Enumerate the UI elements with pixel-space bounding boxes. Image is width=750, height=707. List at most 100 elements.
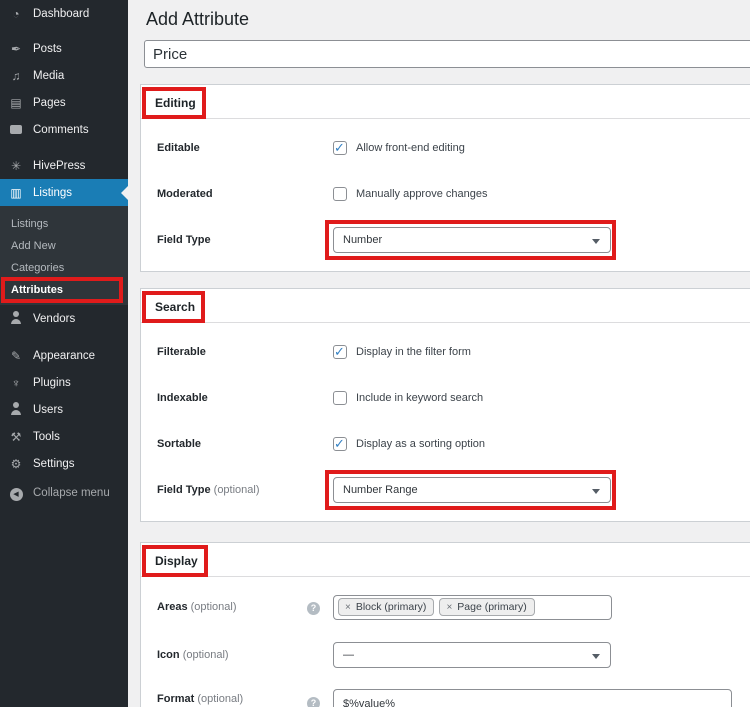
- sidebar-item-label: Posts: [33, 42, 62, 55]
- field-label: Format (optional): [157, 693, 244, 705]
- sidebar-item-label: Plugins: [33, 376, 71, 389]
- submenu-item-listings[interactable]: Listings: [0, 213, 128, 235]
- sidebar-item-pages[interactable]: ▤ Pages: [0, 89, 128, 116]
- person-icon: [8, 310, 24, 327]
- listings-icon: ▥: [10, 185, 22, 200]
- field-label: Filterable: [157, 346, 206, 358]
- submenu-item-categories[interactable]: Categories: [0, 257, 128, 279]
- menu-separator: [0, 27, 128, 35]
- sidebar-item-appearance[interactable]: ✎ Appearance: [0, 342, 128, 369]
- field-label: Field Type: [157, 234, 211, 246]
- format-input[interactable]: [333, 689, 732, 707]
- help-icon[interactable]: ?: [307, 602, 320, 615]
- remove-tag-icon[interactable]: ×: [345, 602, 351, 613]
- form-row-indexable: Indexable Include in keyword search: [141, 375, 750, 421]
- sidebar-item-label: Appearance: [33, 349, 96, 362]
- collapse-menu-button[interactable]: ◀ Collapse menu: [0, 479, 128, 506]
- page-title: Add Attribute: [146, 9, 250, 29]
- attribute-name-input[interactable]: [144, 40, 750, 68]
- sidebar-item-label: Pages: [33, 96, 66, 109]
- remove-tag-icon[interactable]: ×: [446, 602, 452, 613]
- indexable-checkbox[interactable]: [333, 391, 347, 405]
- listings-submenu: Listings Add New Categories Attributes: [0, 206, 128, 305]
- area-tag: × Page (primary): [439, 598, 535, 616]
- editable-checkbox[interactable]: [333, 140, 347, 156]
- area-tag: × Block (primary): [338, 598, 435, 616]
- form-row-moderated: Moderated Manually approve changes: [141, 171, 750, 217]
- help-icon[interactable]: ?: [307, 697, 320, 707]
- tools-icon: ⚒: [10, 429, 22, 444]
- media-icon: ♫: [11, 68, 21, 83]
- sortable-checkbox[interactable]: [333, 436, 347, 452]
- brush-icon: ✎: [10, 348, 22, 363]
- optional-hint: (optional): [213, 484, 260, 496]
- sidebar-item-hivepress[interactable]: ✳ HivePress: [0, 152, 128, 179]
- sidebar-item-label: Tools: [33, 430, 60, 443]
- pages-icon: ▤: [10, 95, 22, 110]
- submenu-item-add-new[interactable]: Add New: [0, 235, 128, 257]
- editing-section: Editing Editable Allow front-end editing…: [140, 84, 750, 272]
- admin-menu: ◔ Dashboard ✒ Posts ♫ Media ▤ Pages Comm…: [0, 0, 128, 506]
- sidebar-item-label: Comments: [33, 123, 89, 136]
- sidebar-item-comments[interactable]: Comments: [0, 116, 128, 143]
- form-row-field-type-optional: Field Type (optional) Number Range: [141, 467, 750, 513]
- sidebar-item-label: Vendors: [33, 312, 76, 325]
- sidebar-item-users[interactable]: Users: [0, 396, 128, 423]
- settings-icon: ⚙: [10, 456, 22, 471]
- section-title-search: Search: [142, 291, 206, 323]
- checkbox-label: Manually approve changes: [356, 188, 488, 200]
- sidebar-item-label: Listings: [33, 186, 72, 199]
- comment-bubble-icon: [8, 123, 24, 137]
- form-row-areas: Areas (optional) ? × Block (primary) × P…: [141, 583, 750, 631]
- search-field-type-select[interactable]: Number Range: [333, 477, 611, 503]
- sidebar-item-dashboard[interactable]: ◔ Dashboard: [0, 0, 128, 27]
- moderated-checkbox[interactable]: [333, 187, 347, 201]
- section-title-editing: Editing: [142, 87, 206, 119]
- sidebar-item-label: Collapse menu: [33, 486, 110, 499]
- section-header: Search: [141, 289, 750, 323]
- checkbox-label: Display as a sorting option: [356, 438, 486, 450]
- form-row-format: Format (optional) ?: [141, 679, 750, 707]
- field-type-select[interactable]: Number: [333, 227, 611, 253]
- form-row-filterable: Filterable Display in the filter form: [141, 329, 750, 375]
- checkbox-label: Display in the filter form: [356, 346, 471, 358]
- sidebar-item-posts[interactable]: ✒ Posts: [0, 35, 128, 62]
- sidebar-item-vendors[interactable]: Vendors: [0, 305, 128, 332]
- field-label: Sortable: [157, 438, 202, 450]
- form-row-sortable: Sortable Display as a sorting option: [141, 421, 750, 467]
- dashboard-icon: ◔: [12, 6, 20, 21]
- form-row-field-type: Field Type Number: [141, 217, 750, 263]
- optional-hint: (optional): [182, 649, 229, 661]
- search-section: Search Filterable Display in the filter …: [140, 288, 750, 522]
- filterable-checkbox[interactable]: [333, 344, 347, 360]
- sidebar-item-tools[interactable]: ⚒ Tools: [0, 423, 128, 450]
- sidebar-item-label: Media: [33, 69, 65, 82]
- sidebar-item-label: HivePress: [33, 159, 86, 172]
- sidebar-item-label: Settings: [33, 457, 75, 470]
- sidebar-item-media[interactable]: ♫ Media: [0, 62, 128, 89]
- admin-sidebar: ◔ Dashboard ✒ Posts ♫ Media ▤ Pages Comm…: [0, 0, 128, 707]
- sidebar-item-label: Users: [33, 403, 64, 416]
- plugin-icon: ♆: [11, 375, 21, 390]
- field-label: Areas (optional): [157, 601, 237, 613]
- section-header: Editing: [141, 85, 750, 119]
- hivepress-icon: ✳: [10, 158, 22, 173]
- submenu-item-attributes[interactable]: Attributes: [0, 279, 128, 301]
- field-label: Moderated: [157, 188, 213, 200]
- optional-hint: (optional): [190, 601, 237, 613]
- sidebar-item-settings[interactable]: ⚙ Settings: [0, 450, 128, 477]
- section-header: Display: [141, 543, 750, 577]
- form-row-icon: Icon (optional) —: [141, 631, 750, 679]
- display-section: Display Areas (optional) ? × Block (prim…: [140, 542, 750, 707]
- menu-separator: [0, 143, 128, 152]
- content-area: Add Attribute Editing Editable Allow fro…: [128, 0, 750, 707]
- field-label: Editable: [157, 142, 200, 154]
- form-row-editable: Editable Allow front-end editing: [141, 125, 750, 171]
- areas-multiselect[interactable]: × Block (primary) × Page (primary): [333, 594, 612, 620]
- sidebar-item-listings[interactable]: ▥ Listings: [0, 179, 128, 206]
- checkbox-label: Include in keyword search: [356, 392, 484, 404]
- icon-select[interactable]: —: [333, 642, 611, 668]
- sidebar-item-label: Dashboard: [33, 7, 90, 20]
- person-icon: [8, 401, 24, 418]
- sidebar-item-plugins[interactable]: ♆ Plugins: [0, 369, 128, 396]
